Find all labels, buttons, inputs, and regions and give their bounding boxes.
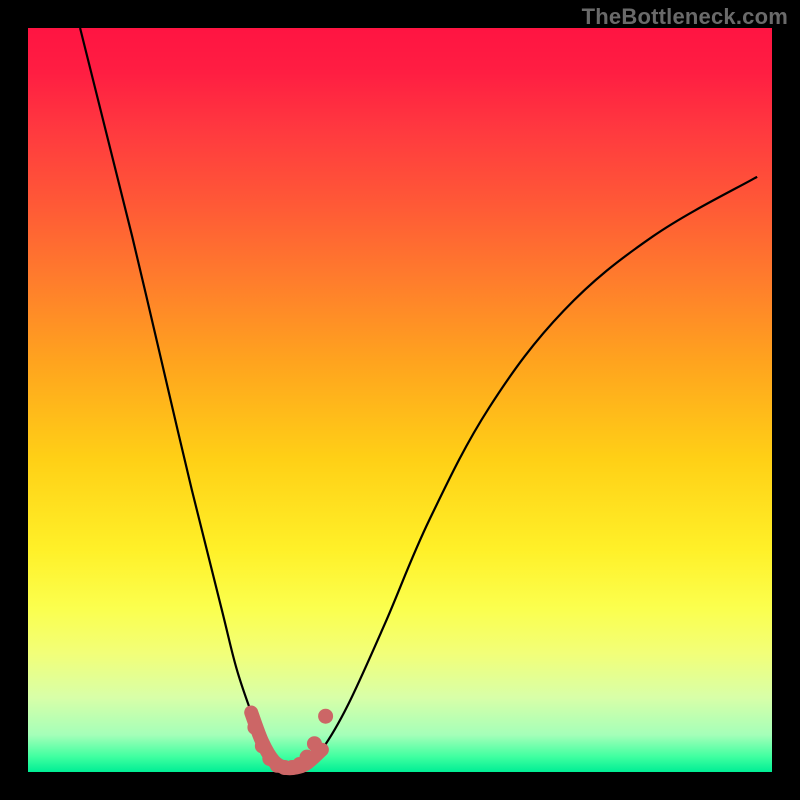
curve-path [80, 28, 757, 768]
bottleneck-curve [28, 28, 772, 772]
curve-marker [307, 736, 322, 751]
chart-frame: TheBottleneck.com [0, 0, 800, 800]
curve-marker [255, 738, 270, 753]
watermark-text: TheBottleneck.com [582, 4, 788, 30]
curve-marker [247, 720, 262, 735]
curve-marker [300, 750, 315, 765]
plot-area [28, 28, 772, 772]
curve-marker [318, 709, 333, 724]
